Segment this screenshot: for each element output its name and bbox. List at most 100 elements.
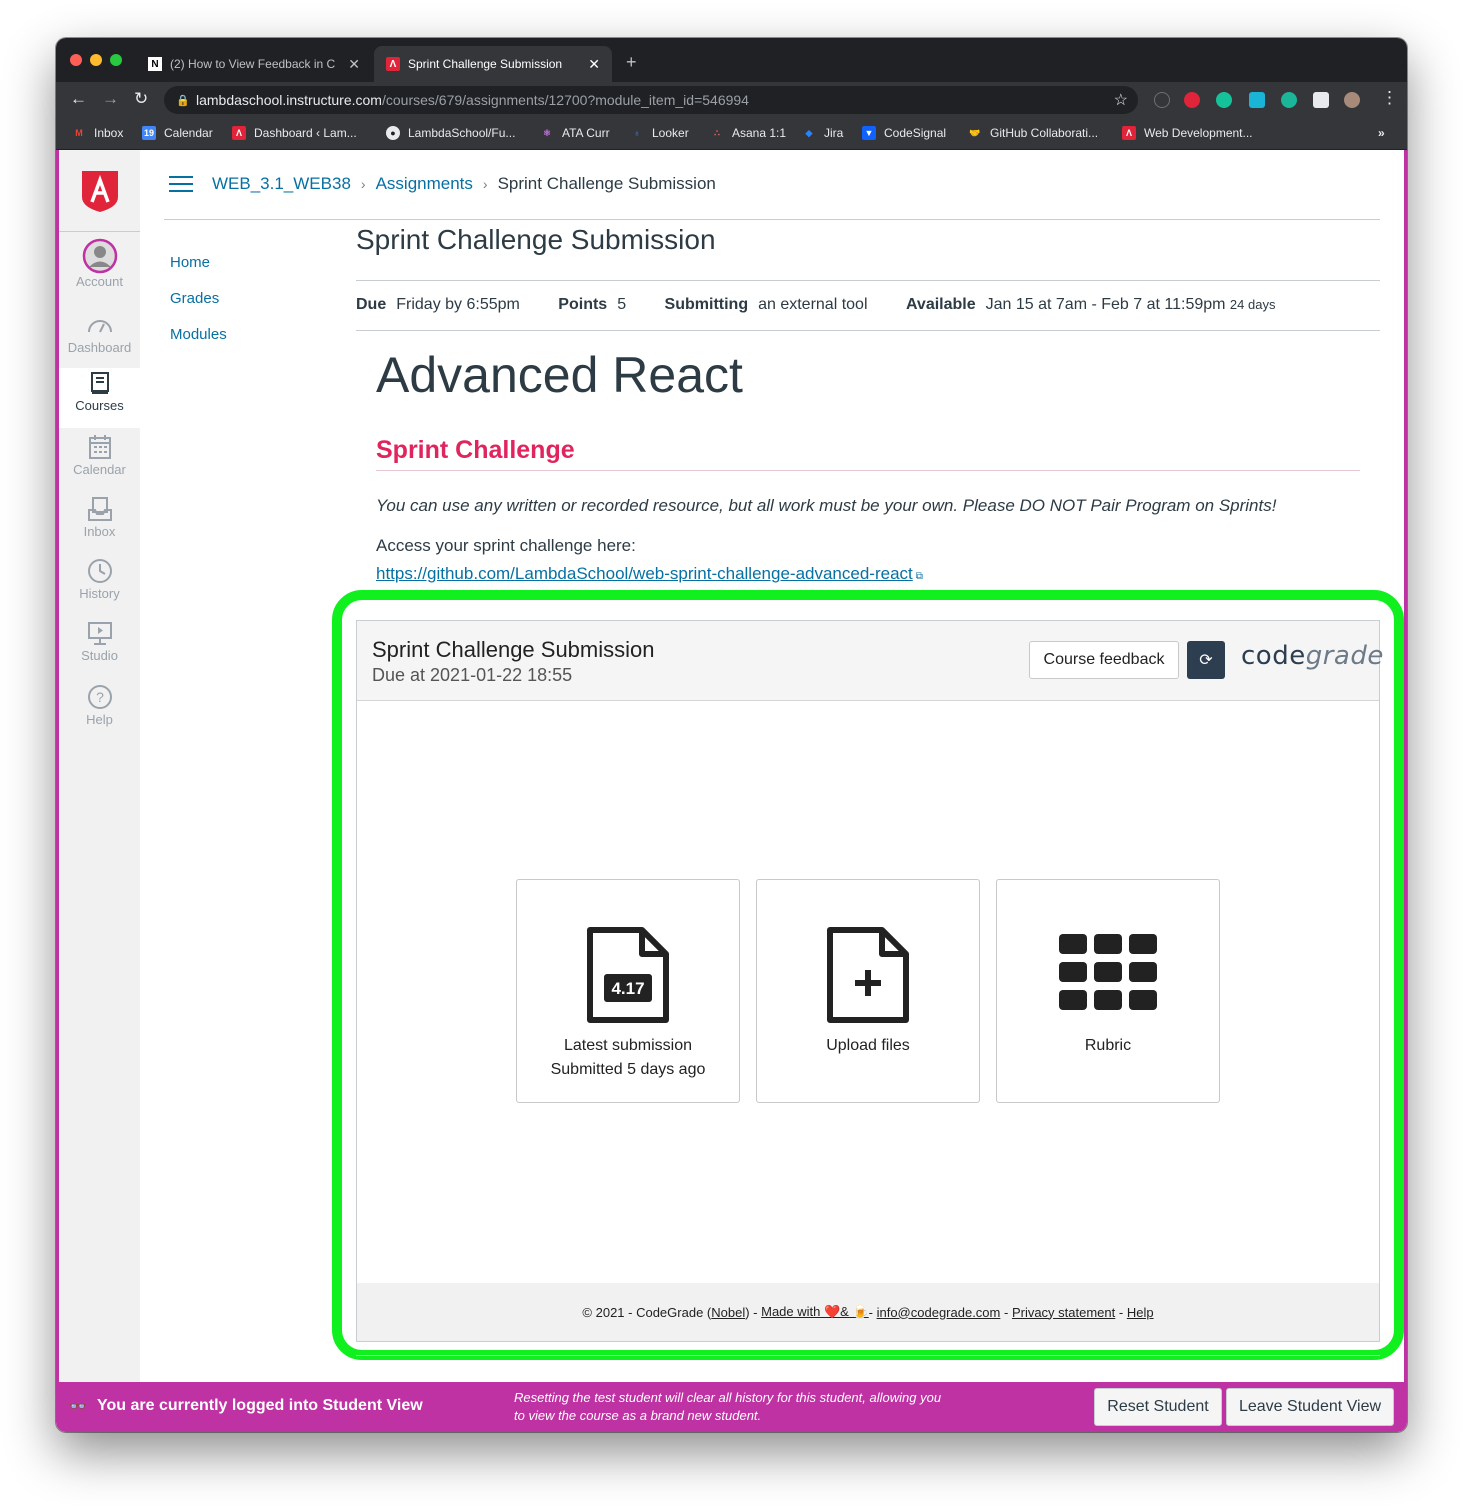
extension-info-icon[interactable] — [1154, 92, 1170, 108]
bookmark-github-collaboration[interactable]: 🤝 GitHub Collaborati... — [968, 126, 1098, 140]
breadcrumb-current: Sprint Challenge Submission — [497, 174, 716, 193]
chevron-right-icon: › — [482, 176, 488, 192]
url-host: lambdaschool.instructure.com — [196, 92, 382, 108]
forward-icon[interactable]: → — [102, 89, 119, 109]
canvas-icon: Λ — [1122, 126, 1136, 140]
course-nav-modules[interactable]: Modules — [170, 326, 227, 343]
breadcrumb: WEB_3.1_WEB38 › Assignments › Sprint Cha… — [212, 174, 716, 194]
extension-stop-icon[interactable] — [1184, 92, 1200, 108]
global-nav-calendar[interactable]: Calendar — [59, 432, 140, 492]
breadcrumb-assignments-link[interactable]: Assignments — [376, 174, 473, 194]
calendar-icon — [88, 435, 111, 459]
global-nav-history[interactable]: History — [59, 556, 140, 616]
global-nav-label: Courses — [75, 398, 124, 413]
looker-icon: ♁ — [633, 128, 641, 138]
tab-feedback[interactable]: N (2) How to View Feedback in C ✕ — [136, 46, 372, 82]
sprint-notice: You can use any written or recorded reso… — [376, 496, 1277, 515]
codesignal-icon: ▼ — [862, 126, 876, 140]
studio-icon — [87, 622, 112, 645]
close-window-button[interactable] — [70, 54, 82, 66]
global-nav-label: Calendar — [73, 462, 126, 477]
bookmarks-overflow-button[interactable]: » — [1378, 126, 1385, 140]
content-heading: Advanced React — [376, 347, 743, 403]
submitting-value: an external tool — [758, 296, 868, 313]
bookmark-web-development[interactable]: Λ Web Development... — [1122, 126, 1253, 140]
bookmark-inbox[interactable]: M Inbox — [72, 126, 123, 140]
bookmark-star-icon[interactable]: ☆ — [1114, 90, 1128, 110]
bookmark-codesignal[interactable]: ▼ CodeSignal — [862, 126, 946, 140]
help-icon: ? — [87, 685, 112, 709]
toolbar: ← → ↻ 🔒 lambdaschool.instructure.com/cou… — [56, 82, 1407, 118]
bookmark-lambdaschool-github[interactable]: ● LambdaSchool/Fu... — [386, 126, 515, 140]
bookmarks-bar: M Inbox 19 Calendar Λ Dashboard ‹ Lam... ● L… — [56, 118, 1407, 150]
url-path: /courses/679/assignments/12700?module_it… — [381, 92, 749, 108]
access-text: Access your sprint challenge here: — [376, 536, 636, 555]
address-bar[interactable]: 🔒 lambdaschool.instructure.com/courses/6… — [164, 86, 1138, 114]
divider — [356, 1355, 1380, 1356]
canvas-logo[interactable] — [59, 150, 140, 232]
bookmark-label: LambdaSchool/Fu... — [408, 126, 516, 140]
bookmark-looker[interactable]: ♁ Looker — [630, 126, 689, 140]
course-menu-toggle-icon[interactable] — [169, 176, 193, 192]
note-line: Resetting the test student will clear al… — [514, 1390, 942, 1405]
breadcrumb-course-link[interactable]: WEB_3.1_WEB38 — [212, 174, 351, 194]
close-icon[interactable]: ✕ — [348, 56, 360, 73]
bookmark-asana[interactable]: ∴ Asana 1:1 — [710, 126, 786, 140]
minimize-window-button[interactable] — [90, 54, 102, 66]
content-subheading: Sprint Challenge — [376, 436, 575, 464]
submitting-label: Submitting — [664, 296, 749, 313]
extension-share-icon[interactable] — [1249, 92, 1265, 108]
points-value: 5 — [617, 296, 627, 313]
canvas-page: Account Dashboard Courses Calendar Inbox… — [56, 150, 1407, 1432]
bookmark-label: Dashboard ‹ Lam... — [254, 126, 357, 140]
maximize-window-button[interactable] — [110, 54, 122, 66]
bookmark-ata-curr[interactable]: ⚛ ATA Curr — [540, 126, 610, 140]
highlight-outline — [332, 590, 1404, 1360]
bookmark-calendar[interactable]: 19 Calendar — [142, 126, 213, 140]
course-nav-grades[interactable]: Grades — [170, 290, 219, 307]
global-nav-help[interactable]: ? Help — [59, 682, 140, 742]
close-icon[interactable]: ✕ — [588, 56, 600, 73]
global-nav-account[interactable]: Account — [59, 238, 140, 298]
canvas-icon: Λ — [232, 126, 246, 140]
new-tab-icon[interactable]: + — [626, 52, 637, 73]
bookmark-label: Looker — [652, 126, 689, 140]
tab-title: Sprint Challenge Submission — [408, 57, 563, 71]
back-icon[interactable]: ← — [70, 89, 87, 109]
global-navigation: Account Dashboard Courses Calendar Inbox… — [59, 150, 140, 1382]
menu-kebab-icon[interactable]: ⋮ — [1381, 88, 1398, 108]
bookmark-dashboard[interactable]: Λ Dashboard ‹ Lam... — [232, 126, 357, 140]
extension-m-icon[interactable] — [1281, 92, 1297, 108]
external-link-icon: ⧉ — [915, 571, 923, 582]
profile-avatar-icon[interactable] — [1344, 92, 1360, 108]
leave-student-view-button[interactable]: Leave Student View — [1226, 1388, 1394, 1426]
global-nav-inbox[interactable]: Inbox — [59, 494, 140, 554]
courses-icon — [90, 372, 109, 394]
points-label: Points — [558, 296, 608, 313]
dashboard-icon — [87, 320, 112, 333]
global-nav-studio[interactable]: Studio — [59, 618, 140, 678]
sprint-challenge-link[interactable]: https://github.com/LambdaSchool/web-spri… — [376, 564, 923, 584]
extensions-puzzle-icon[interactable] — [1313, 92, 1329, 108]
svg-text:?: ? — [96, 689, 104, 705]
divider — [356, 280, 1380, 281]
bookmark-label: ATA Curr — [562, 126, 610, 140]
due-value: Friday by 6:55pm — [396, 296, 520, 313]
global-nav-label: Inbox — [83, 524, 116, 539]
google-calendar-icon: 19 — [142, 126, 156, 140]
github-icon: ● — [386, 126, 400, 140]
assignment-title: Sprint Challenge Submission — [356, 224, 716, 255]
bookmark-jira[interactable]: ◆ Jira — [802, 126, 844, 140]
available-label: Available — [905, 296, 976, 313]
grammarly-icon[interactable] — [1216, 92, 1232, 108]
reload-icon[interactable]: ↻ — [134, 89, 148, 109]
bookmark-label: Jira — [824, 126, 844, 140]
bookmark-label: Asana 1:1 — [732, 126, 787, 140]
glasses-icon: 👓 — [69, 1398, 87, 1414]
reset-student-button[interactable]: Reset Student — [1094, 1388, 1222, 1426]
gmail-icon: M — [75, 128, 83, 138]
global-nav-courses[interactable]: Courses — [59, 368, 140, 428]
course-nav-home[interactable]: Home — [170, 254, 210, 271]
tab-sprint-challenge[interactable]: Λ Sprint Challenge Submission ✕ — [374, 46, 612, 82]
global-nav-dashboard[interactable]: Dashboard — [59, 310, 140, 370]
